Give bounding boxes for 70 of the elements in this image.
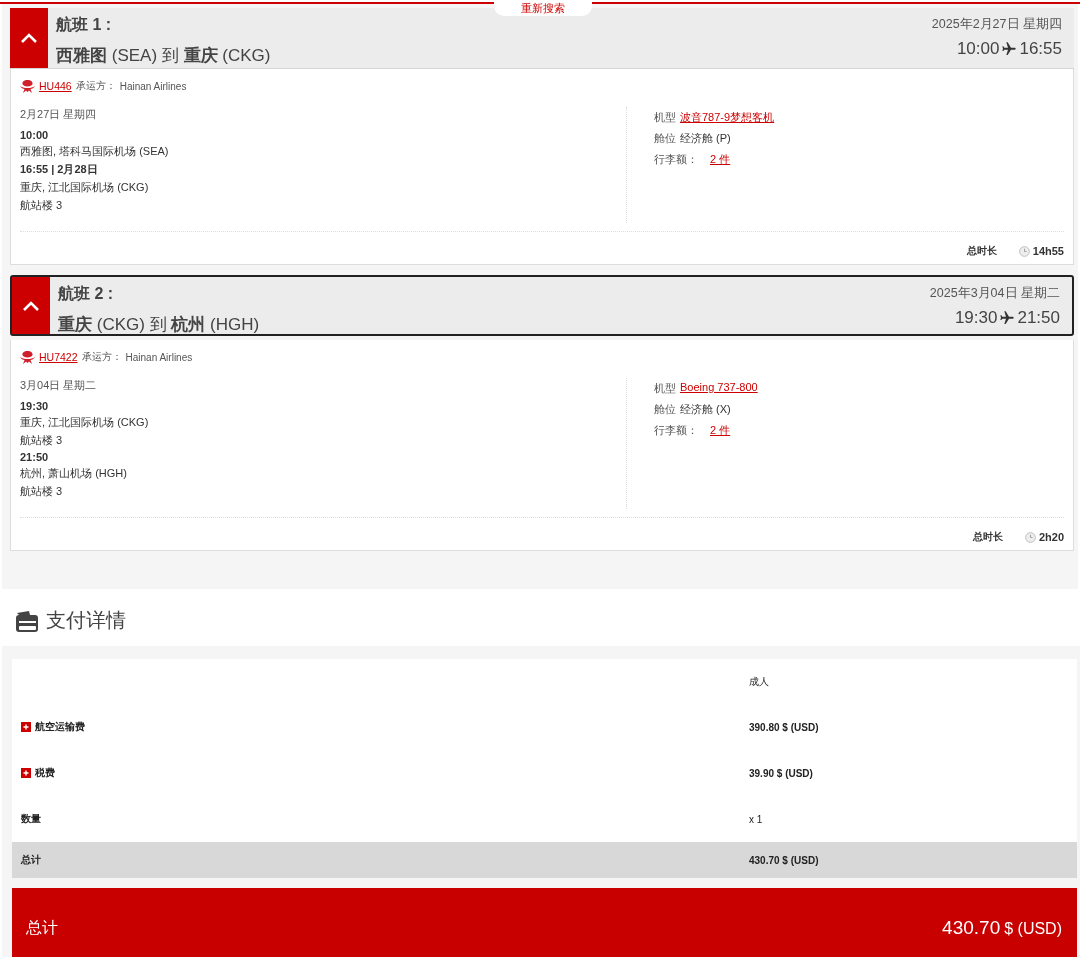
airport-name: 重庆, 江北国际机场 (CKG) bbox=[20, 415, 150, 430]
aircraft-label: 机型 bbox=[654, 381, 676, 396]
departure-time: 10:00 bbox=[956, 39, 1000, 59]
airline-logo-icon bbox=[20, 79, 35, 93]
cabin-class: 经济舱 (P) bbox=[680, 131, 731, 146]
cabin-label: 舱位 bbox=[654, 402, 676, 417]
carrier-label: 承运方： bbox=[75, 79, 116, 93]
terminal: 航站楼 3 bbox=[20, 433, 64, 448]
flight-date: 2025年2月27日 星期四 bbox=[931, 16, 1062, 33]
grand-total-label: 总计 bbox=[26, 917, 58, 938]
flight-title: 航班 1 : bbox=[56, 15, 113, 35]
segment-time: 19:30 bbox=[20, 400, 50, 412]
new-search-tab[interactable]: 重新搜索 bbox=[494, 0, 592, 16]
clock-icon bbox=[1024, 531, 1036, 543]
airport-name: 杭州, 萧山机场 (HGH) bbox=[20, 466, 128, 481]
cabin-label: 舱位 bbox=[654, 131, 676, 146]
airport-name: 西雅图, 塔科马国际机场 (SEA) bbox=[20, 144, 170, 159]
credit-cards-icon bbox=[14, 608, 38, 633]
aircraft-label: 机型 bbox=[654, 110, 676, 125]
airport-name: 重庆, 江北国际机场 (CKG) bbox=[20, 180, 150, 195]
departure-time: 19:30 bbox=[954, 308, 998, 328]
airplane-icon bbox=[999, 310, 1016, 326]
clock-icon bbox=[1018, 245, 1030, 257]
price-label: 数量 bbox=[21, 812, 41, 826]
grand-total-amount: 430.70 bbox=[942, 917, 1001, 938]
baggage-link[interactable]: 2 件 bbox=[710, 152, 731, 167]
carrier-name: Hainan Airlines bbox=[119, 80, 187, 92]
expand-plus-icon[interactable] bbox=[21, 768, 31, 778]
price-value: 430.70 $ (USD) bbox=[749, 854, 819, 866]
aircraft-link[interactable]: Boeing 737-800 bbox=[680, 381, 758, 396]
price-label: 总计 bbox=[21, 853, 41, 867]
arrival-time: 16:55 bbox=[1019, 39, 1062, 59]
flight-title: 航班 2 : bbox=[58, 284, 115, 304]
segment-time: 10:00 bbox=[20, 129, 50, 141]
baggage-link[interactable]: 2 件 bbox=[710, 423, 731, 438]
departure-day: 2月27日 星期四 bbox=[20, 107, 626, 122]
chevron-icon bbox=[20, 32, 38, 44]
baggage-label: 行李额： bbox=[654, 152, 698, 167]
carrier-name: Hainan Airlines bbox=[125, 351, 193, 363]
arrival-time: 21:50 bbox=[1017, 308, 1060, 328]
flight-number-link[interactable]: HU7422 bbox=[39, 351, 78, 363]
price-label: 航空运输费 bbox=[35, 720, 85, 734]
price-value: 390.80 $ (USD) bbox=[749, 721, 819, 733]
table-header: 成人 bbox=[749, 674, 769, 689]
price-value: 39.90 $ (USD) bbox=[749, 767, 813, 779]
duration-label: 总时长 bbox=[966, 244, 997, 258]
price-value: x 1 bbox=[749, 813, 763, 825]
duration-label: 总时长 bbox=[972, 530, 1003, 544]
terminal: 航站楼 3 bbox=[20, 484, 64, 499]
segment-time: 21:50 bbox=[20, 451, 50, 463]
aircraft-link[interactable]: 波音787-9梦想客机 bbox=[680, 110, 775, 125]
chevron-icon bbox=[22, 299, 40, 312]
flight-date: 2025年3月04日 星期二 bbox=[929, 285, 1060, 302]
flight-route: 西雅图 (SEA) 到 重庆 (CKG) bbox=[56, 45, 272, 67]
currency-label: $ (USD) bbox=[1004, 920, 1062, 937]
duration-value: 14h55 bbox=[1032, 245, 1064, 257]
terminal: 航站楼 3 bbox=[20, 198, 64, 213]
departure-day: 3月04日 星期二 bbox=[20, 378, 626, 393]
duration-value: 2h20 bbox=[1038, 531, 1064, 543]
payment-details-heading: 支付详情 bbox=[46, 608, 126, 633]
expand-plus-icon[interactable] bbox=[21, 722, 31, 732]
airline-logo-icon bbox=[20, 350, 35, 364]
flight-number-link[interactable]: HU446 bbox=[39, 80, 72, 92]
cabin-class: 经济舱 (X) bbox=[680, 402, 731, 417]
baggage-label: 行李额： bbox=[654, 423, 698, 438]
price-label: 税费 bbox=[35, 766, 55, 780]
flight-route: 重庆 (CKG) 到 杭州 (HGH) bbox=[58, 314, 261, 336]
airplane-icon bbox=[1001, 41, 1018, 57]
segment-time: 16:55 | 2月28日 bbox=[20, 162, 99, 177]
carrier-label: 承运方： bbox=[81, 350, 122, 364]
